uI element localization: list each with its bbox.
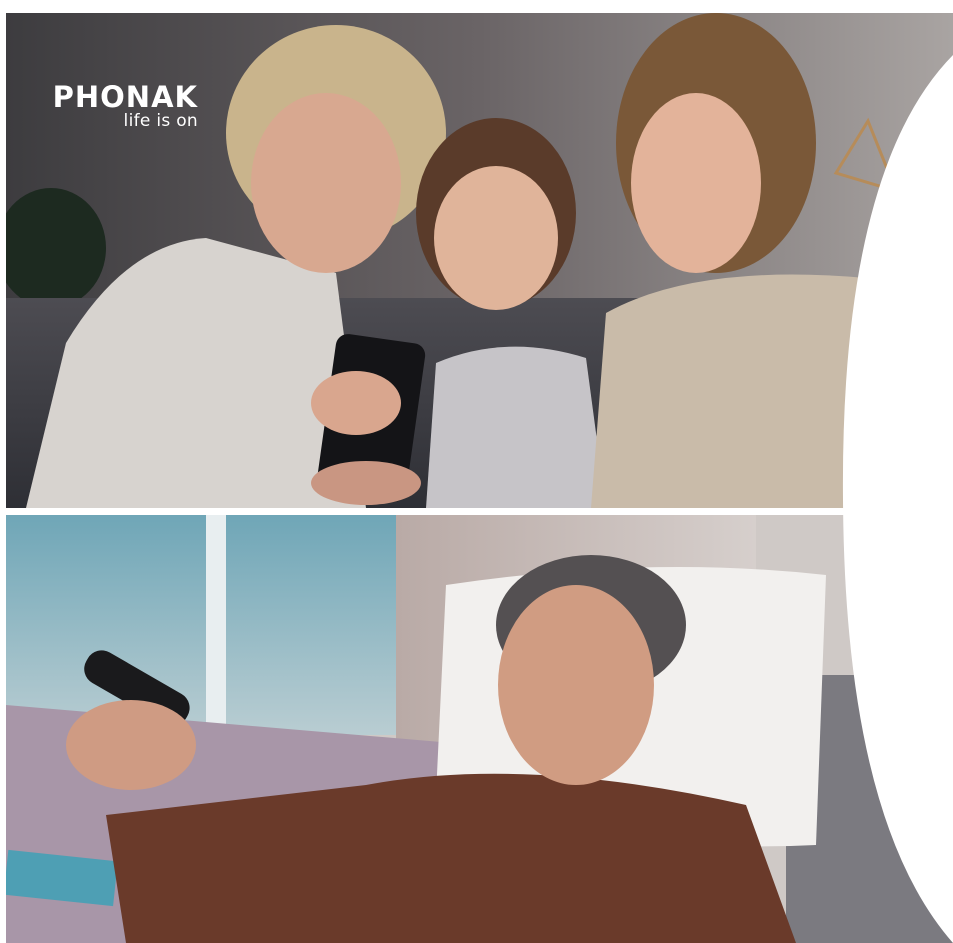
promo-frame: PHONAK life is on — [0, 0, 953, 943]
phonak-logo: PHONAK life is on — [52, 82, 198, 130]
brand-name: PHONAK — [52, 80, 198, 114]
white-arc-overlay — [0, 55, 953, 943]
brand-tagline: life is on — [123, 111, 198, 131]
